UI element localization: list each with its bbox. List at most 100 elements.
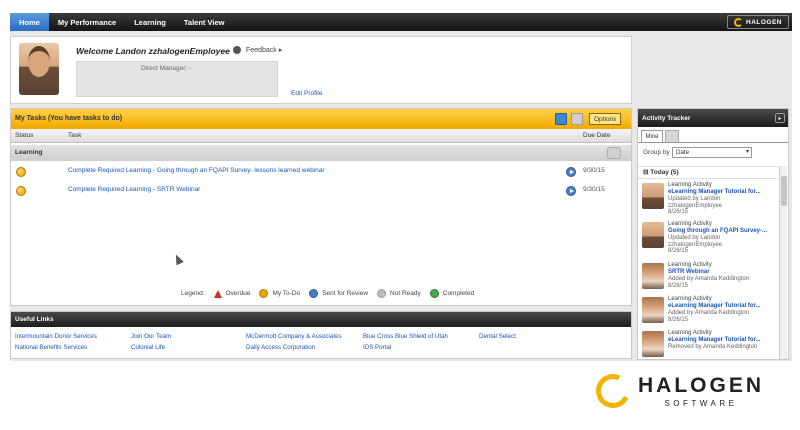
activity-date: 8/26/15 (668, 248, 689, 254)
activity-title[interactable]: eLearning Manager Tutorial for... (668, 303, 761, 309)
options-label: Options (594, 115, 617, 123)
legend-todo-label: My To-Do (272, 290, 301, 297)
link-item[interactable]: Blue Cross Blue Shield of Utah (363, 333, 448, 340)
footer-sub: SOFTWARE (664, 399, 738, 408)
useful-links-title: Useful Links (15, 316, 54, 323)
task-link[interactable]: Complete Required Learning - SRTR Webina… (68, 186, 200, 193)
activity-type: Learning Activity (668, 330, 712, 336)
tab-learning[interactable]: Learning (125, 13, 175, 31)
footer-brand: HALOGEN (638, 374, 764, 397)
options-button[interactable]: Options (589, 113, 622, 125)
scrollbar-thumb[interactable] (781, 176, 787, 206)
link-item[interactable]: McDermott Company & Associates (246, 333, 342, 340)
tab-talent-view[interactable]: Talent View (175, 13, 234, 31)
activity-title[interactable]: Going through an FQAPI Survey-... (668, 228, 767, 234)
review-icon (309, 289, 319, 298)
tasks-panel: My Tasks (You have tasks to do) Options … (10, 108, 632, 306)
refresh-icon[interactable] (555, 113, 567, 125)
activity-date: 8/26/15 (668, 316, 689, 323)
today-label: Today (5) (650, 169, 679, 176)
overdue-icon (213, 289, 222, 298)
direct-manager-label: Direct Manager: - (141, 65, 192, 72)
table-row[interactable]: Complete Required Learning - Going throu… (11, 163, 631, 181)
activity-meta: Updated by Landon zzhalogenEmployee 8/26/… (668, 196, 776, 216)
legend-label: Legend: (181, 290, 205, 297)
link-item[interactable]: Colonial Life (131, 344, 165, 351)
activity-type: Learning Activity (668, 262, 712, 268)
avatar (642, 331, 664, 357)
legend-not-ready-label: Not Ready (390, 290, 421, 297)
activity-tracker-header: Activity Tracker ▸ (638, 109, 788, 127)
link-item[interactable]: Join Our Team (131, 333, 171, 340)
tasks-title: My Tasks (You have tasks to do) (15, 115, 123, 122)
column-due-date[interactable]: Due Date (583, 132, 610, 139)
launch-icon[interactable] (566, 167, 576, 177)
group-action-icon[interactable] (607, 147, 621, 159)
tab-mine[interactable]: Mine (641, 130, 663, 142)
halogen-logo: HALOGEN (727, 15, 789, 29)
activity-type: Learning Activity (668, 296, 712, 302)
activity-title[interactable]: SRTR Webinar (668, 269, 710, 275)
table-row[interactable]: Complete Required Learning - SRTR Webina… (11, 182, 631, 200)
activity-by: Added by Amanda Keddington (668, 310, 750, 316)
today-group[interactable]: ⊟ Today (5) (638, 166, 778, 179)
activity-title[interactable]: eLearning Manager Tutorial for... (668, 337, 761, 343)
activity-by: Removed by Amanda Keddington (668, 344, 758, 350)
legend-completed-label: Completed (442, 290, 475, 297)
expand-icon[interactable]: ▸ (775, 113, 785, 123)
group-row-learning[interactable]: Learning (11, 145, 631, 161)
legend-overdue: Overdue (213, 289, 250, 298)
link-item[interactable]: Dental Select (479, 333, 516, 340)
tracker-scrollbar[interactable] (779, 166, 787, 359)
link-item[interactable]: National Benefits Services (15, 344, 87, 351)
link-item[interactable]: Intermountain Donor Services (15, 333, 97, 340)
activity-by: Updated by Landon zzhalogenEmployee (668, 196, 723, 209)
nav-logo-text: HALOGEN (746, 18, 782, 26)
activity-tracker-title: Activity Tracker (642, 115, 691, 122)
group-by-select[interactable]: Date (672, 147, 752, 158)
activity-item[interactable]: Learning Activity SRTR Webinar Added by … (638, 260, 778, 294)
activity-item[interactable]: Learning Activity Going through an FQAPI… (638, 219, 778, 255)
task-legend: Legend: Overdue My To-Do Sent for Review… (181, 289, 474, 298)
edit-profile-link[interactable]: Edit Profile (291, 90, 322, 97)
user-avatar (19, 43, 59, 95)
link-item[interactable]: IDS Portal (363, 344, 391, 351)
activity-item[interactable]: Learning Activity eLearning Manager Tuto… (638, 328, 778, 359)
halogen-software-logo: HALOGEN SOFTWARE (591, 369, 764, 413)
halogen-logo-ring-icon (591, 369, 635, 413)
app-window: Home My Performance Learning Talent View… (0, 0, 800, 430)
tasks-header: My Tasks (You have tasks to do) Options (11, 109, 631, 129)
activity-meta: Added by Amanda Keddington 8/26/15 (668, 310, 776, 323)
launch-icon[interactable] (566, 186, 576, 196)
task-link[interactable]: Complete Required Learning - Going throu… (68, 167, 325, 174)
tab-my-performance[interactable]: My Performance (49, 13, 125, 31)
avatar (642, 183, 664, 209)
activity-title[interactable]: eLearning Manager Tutorial for... (668, 189, 761, 195)
column-task[interactable]: Task (68, 132, 81, 139)
tab-home[interactable]: Home (10, 13, 49, 31)
due-date: 9/30/15 (583, 167, 605, 174)
activity-type: Learning Activity (668, 221, 712, 227)
activity-item[interactable]: Learning Activity eLearning Manager Tuto… (638, 180, 778, 216)
tab-everyone[interactable] (665, 130, 679, 142)
activity-by: Added by Amanda Keddington (668, 276, 750, 282)
group-label: Learning (15, 149, 43, 156)
activity-type: Learning Activity (668, 182, 712, 188)
activity-by: Updated by Landon zzhalogenEmployee (668, 235, 723, 248)
useful-links-panel: Useful Links Intermountain Donor Service… (10, 311, 632, 359)
legend-not-ready: Not Ready (377, 289, 421, 298)
activity-date: 8/26/15 (668, 282, 689, 289)
activity-meta: Removed by Amanda Keddington (668, 344, 776, 351)
column-status[interactable]: Status (15, 132, 33, 139)
mouse-cursor-icon (172, 252, 184, 266)
activity-item[interactable]: Learning Activity eLearning Manager Tuto… (638, 294, 778, 328)
print-icon[interactable] (571, 113, 583, 125)
feedback-menu[interactable]: Feedback ▸ (233, 46, 282, 54)
top-nav: Home My Performance Learning Talent View… (10, 13, 792, 31)
link-item[interactable]: Daily Access Corporation (246, 344, 315, 351)
welcome-title: Welcome Landon zzhalogenEmployee (76, 46, 230, 56)
activity-meta: Updated by Landon zzhalogenEmployee 8/26/… (668, 235, 776, 255)
feedback-label: Feedback (246, 46, 277, 54)
task-column-header: Status Task Due Date (11, 129, 631, 143)
group-by-value: Date (676, 149, 690, 156)
